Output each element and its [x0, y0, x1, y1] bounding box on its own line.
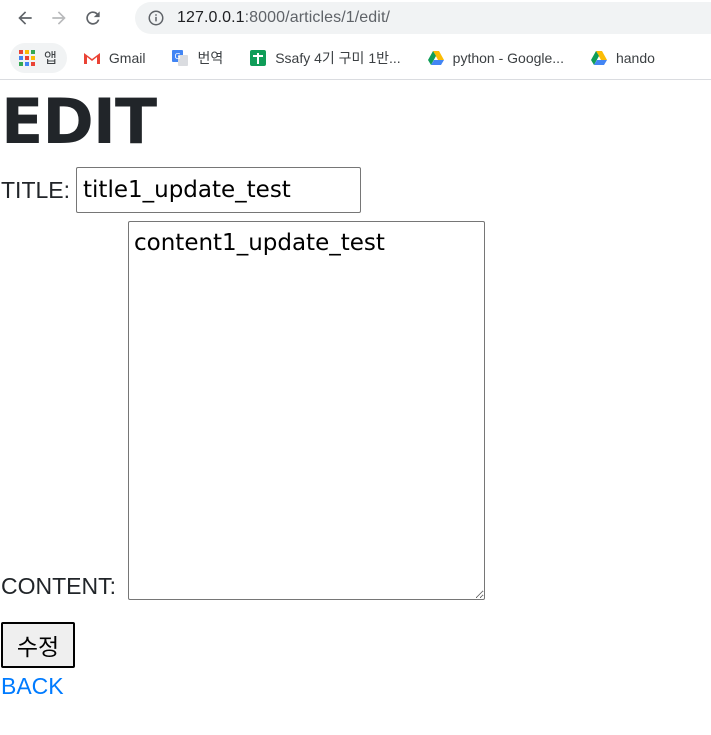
bookmark-translate[interactable]: G 번역	[163, 43, 233, 73]
bookmark-gmail[interactable]: Gmail	[75, 43, 156, 73]
browser-toolbar: 127.0.0.1:8000/articles/1/edit/	[0, 0, 711, 36]
bookmark-label: 번역	[197, 49, 224, 66]
title-input[interactable]	[76, 167, 362, 213]
back-arrow-icon[interactable]	[8, 1, 42, 35]
url-path: :8000/articles/1/edit/	[244, 9, 391, 26]
address-bar[interactable]: 127.0.0.1:8000/articles/1/edit/	[135, 2, 711, 34]
page-content: EDIT TITLE: CONTENT: content1_update_tes…	[0, 86, 711, 700]
bookmark-label: Gmail	[108, 49, 146, 66]
translate-icon: G	[171, 49, 189, 67]
gmail-icon	[83, 49, 101, 67]
page-title: EDIT	[1, 85, 157, 158]
bookmark-hando[interactable]: hando	[582, 43, 665, 73]
drive-icon	[427, 49, 445, 67]
content-textarea[interactable]: content1_update_test	[128, 221, 485, 600]
bookmarks-bar: 앱 Gmail G 번역 Ssafy 4기 구미 1반... python - …	[0, 36, 711, 80]
title-row: TITLE:	[1, 167, 711, 213]
bookmark-python[interactable]: python - Google...	[419, 43, 574, 73]
bookmark-label: 앱	[44, 49, 57, 66]
content-row: CONTENT: content1_update_test	[1, 221, 711, 600]
apps-grid-icon	[18, 49, 36, 67]
bookmark-label: hando	[615, 49, 655, 66]
reload-icon[interactable]	[76, 1, 110, 35]
bookmark-apps[interactable]: 앱	[10, 42, 67, 73]
drive-icon	[590, 49, 608, 67]
bookmark-label: python - Google...	[452, 49, 564, 66]
submit-button[interactable]: 수정	[1, 622, 75, 668]
content-label: CONTENT:	[1, 573, 116, 599]
bookmark-label: Ssafy 4기 구미 1반...	[275, 49, 401, 66]
forward-arrow-icon[interactable]	[42, 1, 76, 35]
edit-form: TITLE: CONTENT: content1_update_test 수정	[1, 167, 711, 668]
bookmark-ssafy[interactable]: Ssafy 4기 구미 1반...	[241, 43, 410, 73]
sheets-icon	[249, 49, 267, 67]
svg-text:G: G	[175, 52, 181, 61]
title-label: TITLE:	[1, 176, 71, 203]
url-host: 127.0.0.1	[177, 9, 245, 26]
url-text: 127.0.0.1:8000/articles/1/edit/	[177, 9, 390, 27]
site-info-icon[interactable]	[147, 9, 165, 27]
back-link[interactable]: BACK	[1, 673, 711, 700]
